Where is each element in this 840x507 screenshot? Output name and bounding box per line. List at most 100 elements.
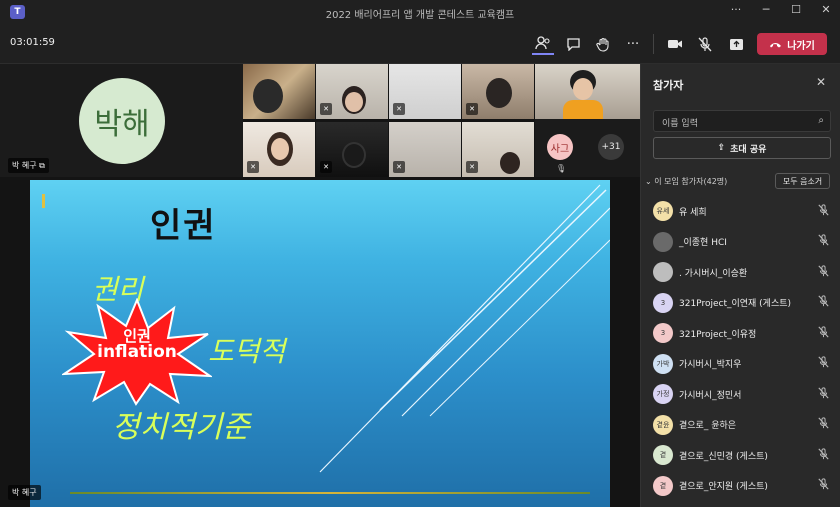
self-name-tag: 박 혜구 ⧉	[8, 158, 49, 173]
people-icon[interactable]	[532, 33, 554, 55]
self-name: 박 혜구	[12, 161, 37, 170]
mic-muted-icon	[818, 204, 829, 219]
participant-name: 곁으로_안지원 (게스트)	[679, 482, 768, 493]
screen-share-icon: ⧉	[39, 161, 45, 170]
toolbar-divider	[653, 34, 654, 54]
participant-name: 유 세희	[679, 207, 707, 218]
participant-video-tile[interactable]: ✕	[462, 122, 534, 177]
mic-muted-icon	[818, 478, 829, 493]
shared-screen-slide: 인권 권리 도덕적 정치적기준 인권 inflation	[30, 180, 610, 507]
participant-video-tile[interactable]: ✕	[389, 64, 461, 119]
mic-muted-icon	[818, 387, 829, 402]
participant-video-tile[interactable]: ✕	[316, 122, 388, 177]
participant-name: 321Project_이연재 (게스트)	[679, 299, 792, 310]
mic-muted-icon: ✕	[320, 103, 332, 115]
camera-icon[interactable]	[664, 33, 686, 55]
mic-muted-icon	[818, 265, 829, 280]
share-invite-button[interactable]: ⇪ 초대 공유	[653, 137, 831, 159]
participant-row[interactable]: 3 321Project_이연재 (게스트)	[641, 288, 840, 319]
panel-title: 참가자	[653, 79, 684, 92]
participant-silhouette	[500, 152, 520, 174]
mic-muted-icon[interactable]	[694, 33, 716, 55]
participant-row[interactable]: 3 321Project_이유정	[641, 318, 840, 349]
slide-title: 인권	[150, 206, 217, 246]
self-video-tile[interactable]: 박해 박 혜구 ⧉	[0, 64, 243, 177]
participant-row[interactable]: 곁 곁으로_안지원 (게스트)	[641, 471, 840, 502]
participant-avatar: 곁윤	[653, 414, 673, 435]
close-panel-icon[interactable]: ✕	[816, 75, 826, 89]
maximize-button[interactable]: ☐	[788, 3, 804, 16]
participant-name: 곁으로_신민경 (게스트)	[679, 451, 768, 462]
meeting-toolbar: 03:01:59 ··· 나가기	[0, 24, 840, 64]
participant-avatar: 곁	[653, 475, 673, 496]
participant-row[interactable]: 곁 곁으로_신민경 (게스트)	[641, 440, 840, 471]
participant-row[interactable]: 곁윤 곁으로_ 윤하은	[641, 410, 840, 441]
starburst-label: 인권 inflation	[62, 328, 212, 362]
starburst-line-2: inflation	[97, 342, 177, 362]
participant-name: . 가시버시_이승환	[679, 268, 748, 279]
participant-avatar: 사그	[547, 134, 573, 160]
mic-muted-icon: ✕	[393, 161, 405, 173]
more-participants-count[interactable]: +31	[598, 134, 624, 160]
mic-muted-icon: ✕	[393, 103, 405, 115]
participant-name: 321Project_이유정	[679, 329, 757, 340]
raise-hand-icon[interactable]	[592, 33, 614, 55]
self-avatar: 박해	[79, 78, 165, 164]
slide-decorative-lines	[319, 184, 610, 473]
participant-row[interactable]: 유세 유 세희	[641, 196, 840, 227]
search-icon: ⌕	[818, 115, 824, 126]
participant-video-tile[interactable]	[535, 64, 640, 119]
slide-word-moral: 도덕적	[208, 335, 286, 368]
participant-name: 가시버시_박지우	[679, 360, 742, 371]
participant-video-tile[interactable]	[243, 64, 315, 119]
participant-video-tile[interactable]: ✕	[316, 64, 388, 119]
participant-avatar: 곁	[653, 445, 673, 466]
window-title: 2022 배리어프리 앱 개발 콘테스트 교육캠프	[325, 10, 515, 21]
participant-avatar	[653, 262, 673, 283]
participant-row[interactable]: . 가시버시_이승환	[641, 257, 840, 288]
participant-list: 유세 유 세희 _이종현 HCI . 가시버시_이승환 3 321Project_이연재 …	[641, 196, 840, 501]
participant-name: _이종현 HCI	[679, 238, 727, 249]
slide-word-political: 정치적기준	[112, 410, 250, 445]
mute-all-button[interactable]: 모두 음소거	[775, 173, 830, 189]
participant-video-tile[interactable]: ✕	[462, 64, 534, 119]
mic-muted-icon	[818, 295, 829, 310]
search-placeholder: 이름 입력	[662, 119, 698, 129]
participant-row[interactable]: 가박 가시버시_박지우	[641, 349, 840, 380]
participant-avatar: 가박	[653, 353, 673, 374]
participant-search-input[interactable]: 이름 입력 ⌕	[653, 110, 831, 132]
participant-face	[573, 78, 593, 100]
share-screen-icon[interactable]	[725, 33, 747, 55]
chat-icon[interactable]	[562, 33, 584, 55]
minimize-button[interactable]: ─	[758, 3, 774, 16]
participant-video-tile[interactable]: ✕	[243, 122, 315, 177]
participant-row[interactable]: 가정 가시버시_정민서	[641, 379, 840, 410]
participants-panel: 참가자 ✕ 이름 입력 ⌕ ⇪ 초대 공유 ⌄ 이 모임 참가자(42명) 모두…	[640, 64, 840, 507]
mic-muted-icon	[818, 234, 829, 249]
leave-button[interactable]: 나가기	[757, 33, 827, 55]
participant-avatar: 3	[653, 323, 673, 344]
participant-shirt	[563, 100, 603, 119]
leave-label: 나가기	[787, 40, 815, 52]
participant-silhouette	[486, 78, 512, 108]
mic-muted-icon: ✕	[320, 161, 332, 173]
mic-muted-icon	[818, 417, 829, 432]
participant-silhouette	[253, 79, 283, 113]
participant-face	[271, 138, 289, 160]
more-actions-icon[interactable]: ···	[622, 33, 644, 55]
hang-up-icon	[770, 42, 782, 47]
mic-muted-icon: ✕	[466, 103, 478, 115]
participant-silhouette	[342, 142, 366, 168]
more-options-icon[interactable]: ···	[728, 3, 744, 16]
meeting-timer: 03:01:59	[10, 37, 55, 48]
close-window-button[interactable]: ✕	[818, 3, 834, 16]
window-titlebar: T 2022 배리어프리 앱 개발 콘테스트 교육캠프 ··· ─ ☐ ✕	[0, 0, 840, 24]
participant-video-tile[interactable]: ✕	[389, 122, 461, 177]
participant-row[interactable]: _이종현 HCI	[641, 227, 840, 258]
meeting-stage: 박해 박 혜구 ⧉ ✕ ✕ ✕ ✕ ✕ ✕ ✕ 사그 🎙 +31 인권 권리 도…	[0, 64, 640, 507]
overflow-participants-tile[interactable]: 사그 🎙 +31	[535, 119, 640, 177]
mic-muted-icon: ✕	[247, 161, 259, 173]
slide-footer-bar	[70, 492, 590, 494]
participants-section-toggle[interactable]: ⌄ 이 모임 참가자(42명)	[645, 176, 727, 187]
mic-muted-icon	[818, 326, 829, 341]
